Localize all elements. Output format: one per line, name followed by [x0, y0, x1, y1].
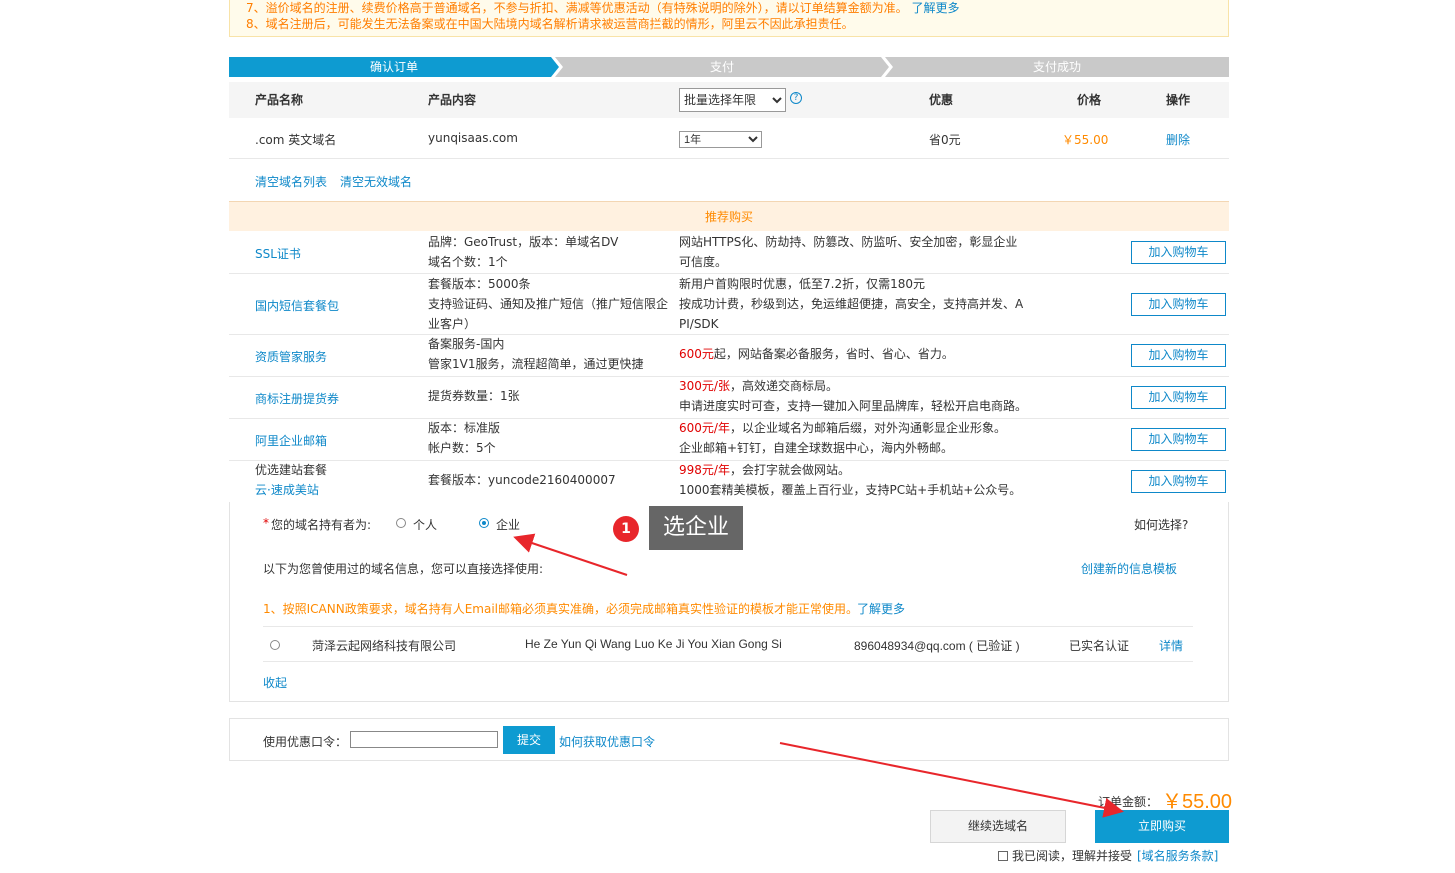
- annotation-callout: 选企业: [649, 506, 743, 550]
- arrow-to-buy: [779, 742, 1124, 818]
- annotation-arrows: [513, 533, 1124, 818]
- arrow-to-enterprise: [513, 533, 628, 576]
- step-badge: 1: [613, 516, 639, 542]
